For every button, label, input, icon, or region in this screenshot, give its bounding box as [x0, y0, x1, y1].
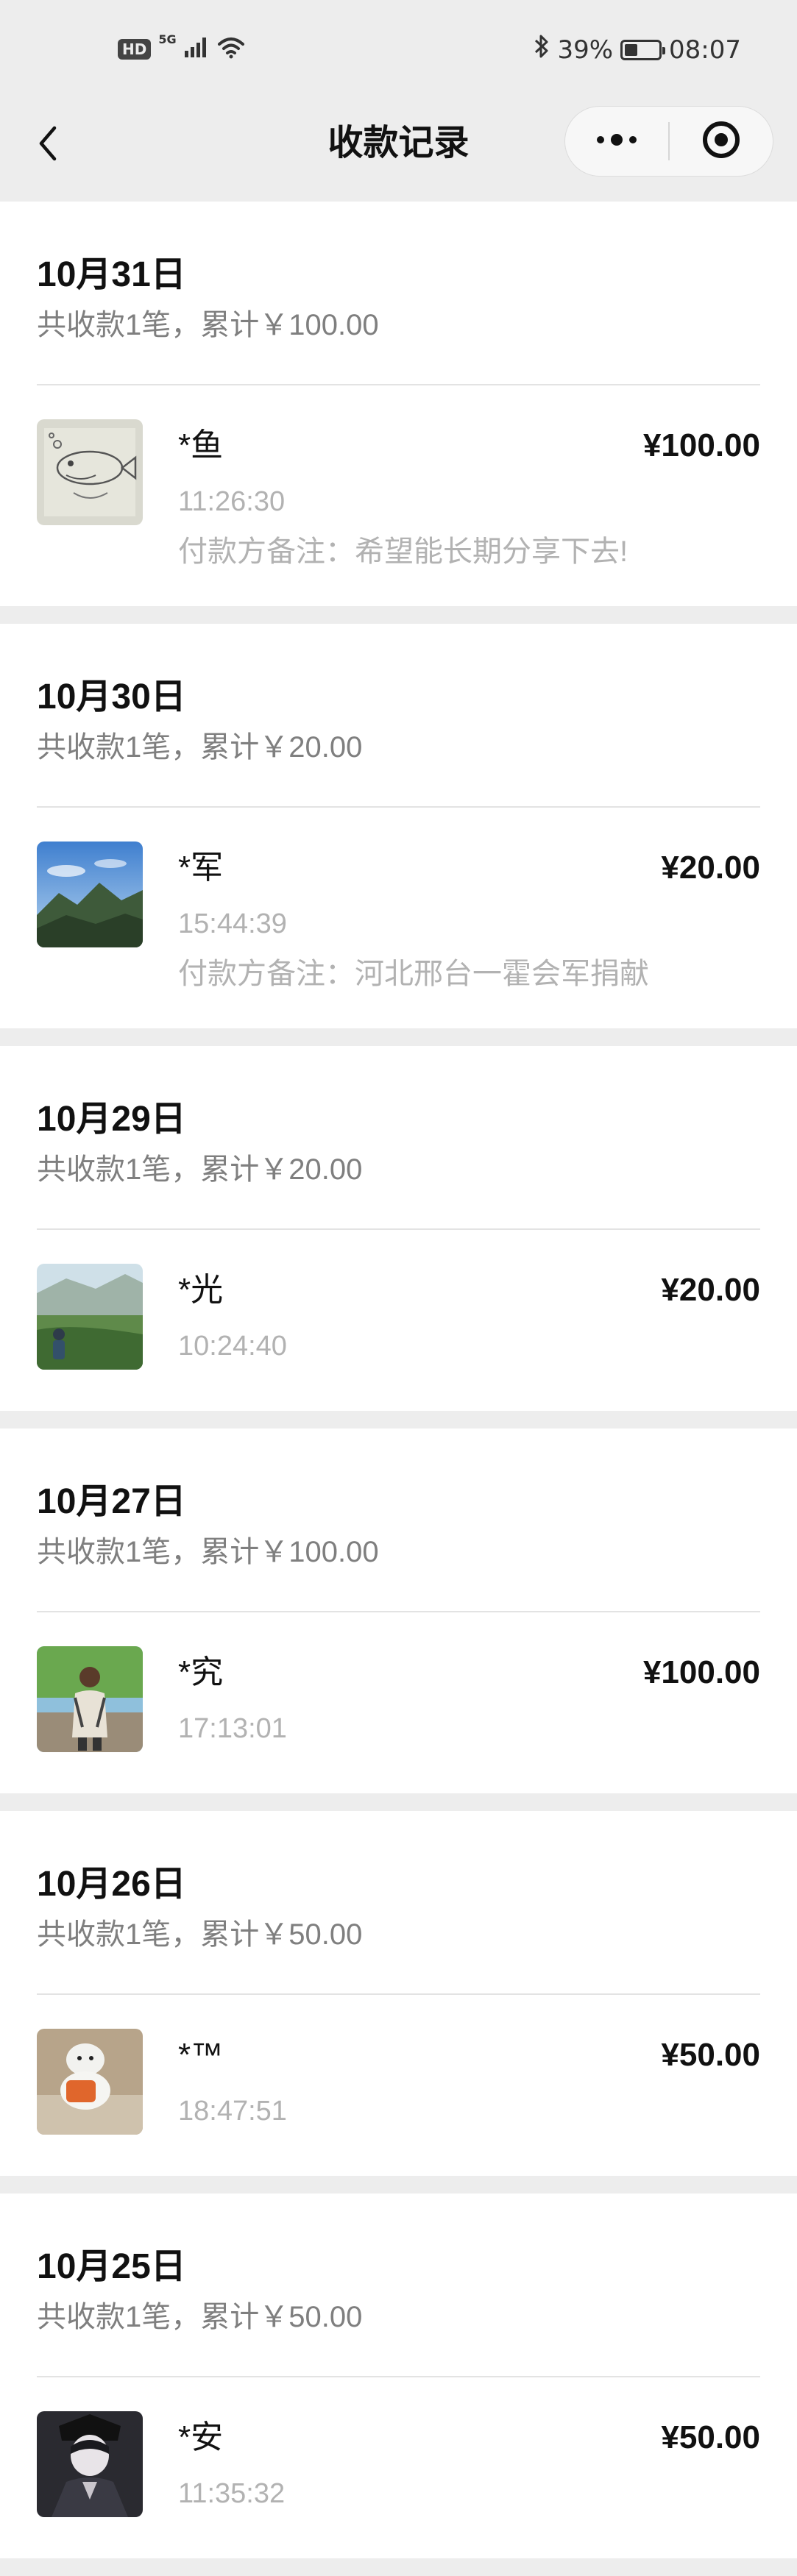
- payment-amount: ¥100.00: [642, 427, 760, 463]
- payment-record[interactable]: *鱼 ¥100.00 11:26:30 付款方备注：希望能长期分享下去!: [37, 385, 760, 606]
- payment-amount: ¥20.00: [661, 1272, 760, 1308]
- cellular-signal-icon: [184, 36, 209, 62]
- day-header: 10月26日 共收款1笔，累计￥50.00: [37, 1811, 760, 1995]
- day-group: 10月25日 共收款1笔，累计￥50.00 *安 ¥50.00 11:35:32: [0, 2193, 797, 2558]
- payment-time: 17:13:01: [178, 1713, 287, 1744]
- payment-record[interactable]: *军 ¥20.00 15:44:39 付款方备注：河北邢台一霍会军捐献: [37, 808, 760, 1028]
- payment-record-list[interactable]: 10月31日 共收款1笔，累计￥100.00 *鱼 ¥100.00 11:26:…: [0, 202, 797, 2576]
- day-summary: 共收款1笔，累计￥20.00: [37, 731, 363, 764]
- network-type-label: 5G: [158, 32, 177, 46]
- payment-amount: ¥20.00: [661, 850, 760, 886]
- payment-amount: ¥50.00: [661, 2037, 760, 2073]
- clock-time: 08:07: [669, 35, 741, 65]
- battery-percent: 39%: [557, 35, 614, 65]
- payment-amount: ¥50.00: [661, 2419, 760, 2455]
- day-date: 10月30日: [37, 677, 186, 716]
- payment-time: 11:35:32: [178, 2478, 286, 2509]
- day-group: 10月31日 共收款1笔，累计￥100.00 *鱼 ¥100.00 11:26:…: [0, 202, 797, 606]
- day-summary: 共收款1笔，累计￥50.00: [37, 2301, 363, 2333]
- day-date: 10月26日: [37, 1865, 186, 1904]
- nav-bar: 收款记录: [0, 103, 797, 191]
- battery-level-fill: [625, 43, 638, 56]
- day-summary: 共收款1笔，累计￥20.00: [37, 1153, 363, 1186]
- payer-avatar: [37, 2029, 143, 2135]
- wifi-icon: [216, 35, 246, 63]
- payment-record[interactable]: *™ ¥50.00 18:47:51: [37, 1995, 760, 2176]
- day-header: 10月27日 共收款1笔，累计￥100.00: [37, 1428, 760, 1612]
- payment-amount: ¥100.00: [642, 1654, 760, 1690]
- day-header: 10月31日 共收款1笔，累计￥100.00: [37, 202, 760, 385]
- day-date: 10月29日: [37, 1100, 186, 1139]
- payer-avatar: [37, 1264, 143, 1370]
- payment-time: 10:24:40: [178, 1331, 287, 1362]
- day-group: 10月29日 共收款1笔，累计￥20.00 *光 ¥20.00 10:24:40: [0, 1046, 797, 1411]
- day-date: 10月31日: [37, 255, 186, 294]
- payment-record[interactable]: *安 ¥50.00 11:35:32: [37, 2377, 760, 2558]
- day-header: 10月30日 共收款1笔，累计￥20.00: [37, 624, 760, 808]
- payer-avatar: [37, 419, 143, 525]
- day-summary: 共收款1笔，累计￥100.00: [37, 1536, 379, 1568]
- close-mini-program-button[interactable]: [670, 107, 773, 176]
- day-header: 10月25日 共收款1笔，累计￥50.00: [37, 2193, 760, 2377]
- day-summary: 共收款1笔，累计￥100.00: [37, 309, 379, 341]
- payer-avatar: [37, 1646, 143, 1752]
- payment-time: 11:26:30: [178, 486, 286, 517]
- day-header: 10月29日 共收款1笔，累计￥20.00: [37, 1046, 760, 1230]
- day-group: 10月30日 共收款1笔，累计￥20.00 *军 ¥20.00 15:44:39…: [0, 624, 797, 1028]
- day-group: 10月27日 共收款1笔，累计￥100.00 *究 ¥100.00 17:13:…: [0, 1428, 797, 1793]
- payer-avatar: [37, 842, 143, 947]
- payment-note: 付款方备注：希望能长期分享下去!: [178, 536, 628, 568]
- day-group: 10月26日 共收款1笔，累计￥50.00 *™ ¥50.00 18:47:51: [0, 1811, 797, 2176]
- status-right-icons: 39% 08:07: [534, 34, 741, 65]
- status-left-icons: HD 5G: [118, 32, 246, 63]
- day-date: 10月27日: [37, 1482, 186, 1521]
- status-bar: HD 5G 39% 08:07: [0, 0, 797, 103]
- payment-record[interactable]: *究 ¥100.00 17:13:01: [37, 1612, 760, 1793]
- payment-time: 15:44:39: [178, 908, 287, 939]
- hd-badge: HD: [118, 38, 152, 60]
- payer-avatar: [37, 2411, 143, 2517]
- battery-icon: [620, 39, 666, 60]
- bluetooth-icon: [534, 34, 550, 65]
- mini-program-capsule: [564, 106, 773, 177]
- more-dots-icon: [595, 132, 639, 151]
- day-summary: 共收款1笔，累计￥50.00: [37, 1918, 363, 1951]
- day-date: 10月25日: [37, 2247, 186, 2286]
- payment-time: 18:47:51: [178, 2096, 287, 2127]
- payment-record[interactable]: *光 ¥20.00 10:24:40: [37, 1230, 760, 1411]
- payment-note: 付款方备注：河北邢台一霍会军捐献: [178, 958, 649, 990]
- more-button[interactable]: [565, 107, 668, 176]
- target-icon: [701, 119, 742, 164]
